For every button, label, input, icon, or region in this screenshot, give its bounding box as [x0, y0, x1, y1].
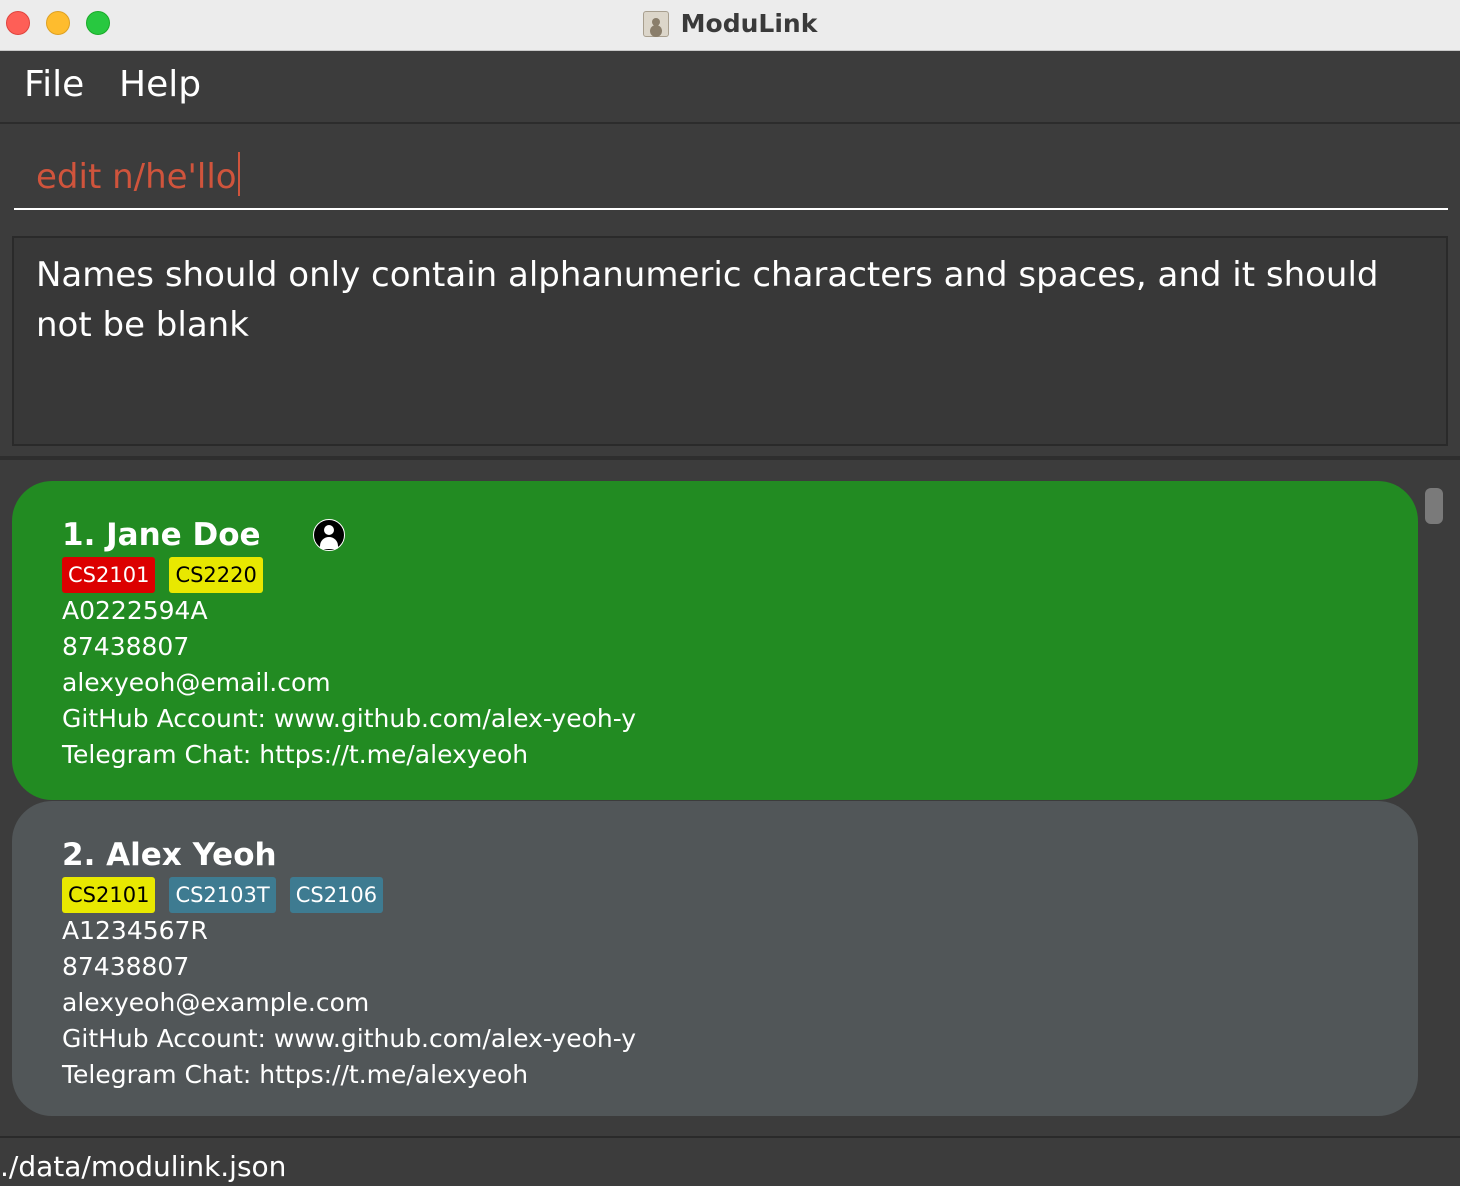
person-name: 1. Jane Doe [62, 517, 261, 553]
command-box: edit n/he'llo [0, 124, 1460, 226]
person-card-content: 1. Jane Doe CS2101 CS2220 A0222594A 8743… [62, 515, 636, 773]
list-scrollbar[interactable] [1425, 488, 1443, 524]
tag-badge: CS2220 [169, 557, 263, 593]
result-message: Names should only contain alphanumeric c… [36, 255, 1379, 345]
save-file-path: ./data/modulink.json [0, 1150, 287, 1183]
person-name-row: 2. Alex Yeoh [62, 835, 636, 875]
title-bar: ModuLink [0, 0, 1460, 51]
person-name-row: 1. Jane Doe [62, 515, 636, 555]
tag-badge: CS2103T [169, 877, 276, 913]
menu-bar: File Help [0, 52, 1460, 124]
tag-list: CS2101 CS2220 [62, 557, 636, 593]
tag-badge: CS2101 [62, 557, 156, 593]
person-telegram: Telegram Chat: https://t.me/alexyeoh [62, 740, 529, 769]
tag-badge: CS2101 [62, 877, 156, 913]
window-title: ModuLink [680, 9, 818, 38]
person-github: GitHub Account: www.github.com/alex-yeoh… [62, 704, 637, 733]
person-student-id: A0222594A [62, 596, 208, 625]
menu-help[interactable]: Help [119, 64, 201, 105]
command-value: edit n/he'llo [36, 157, 237, 197]
person-name: 2. Alex Yeoh [62, 837, 277, 873]
address-book-icon [642, 10, 669, 37]
result-display: Names should only contain alphanumeric c… [12, 236, 1448, 446]
profile-avatar-icon [312, 519, 345, 551]
window-title-group: ModuLink [0, 0, 1460, 47]
text-caret [237, 152, 240, 196]
tag-list: CS2101 CS2103T CS2106 [62, 877, 636, 913]
person-student-id: A1234567R [62, 916, 208, 945]
person-email: alexyeoh@email.com [62, 668, 331, 697]
person-email: alexyeoh@example.com [62, 988, 370, 1017]
command-text: edit n/he'llo [36, 152, 240, 197]
person-card-content: 2. Alex Yeoh CS2101 CS2103T CS2106 A1234… [62, 835, 636, 1093]
person-card[interactable]: 2. Alex Yeoh CS2101 CS2103T CS2106 A1234… [12, 801, 1418, 1116]
person-phone: 87438807 [62, 632, 190, 661]
person-telegram: Telegram Chat: https://t.me/alexyeoh [62, 1060, 529, 1089]
person-github: GitHub Account: www.github.com/alex-yeoh… [62, 1024, 637, 1053]
person-phone: 87438807 [62, 952, 190, 981]
command-input[interactable]: edit n/he'llo [14, 124, 1448, 210]
person-card[interactable]: 1. Jane Doe CS2101 CS2220 A0222594A 8743… [12, 481, 1418, 800]
person-list: 1. Jane Doe CS2101 CS2220 A0222594A 8743… [0, 460, 1460, 1136]
menu-file[interactable]: File [24, 64, 84, 105]
status-bar: ./data/modulink.json [0, 1136, 1460, 1186]
tag-badge: CS2106 [289, 877, 384, 913]
